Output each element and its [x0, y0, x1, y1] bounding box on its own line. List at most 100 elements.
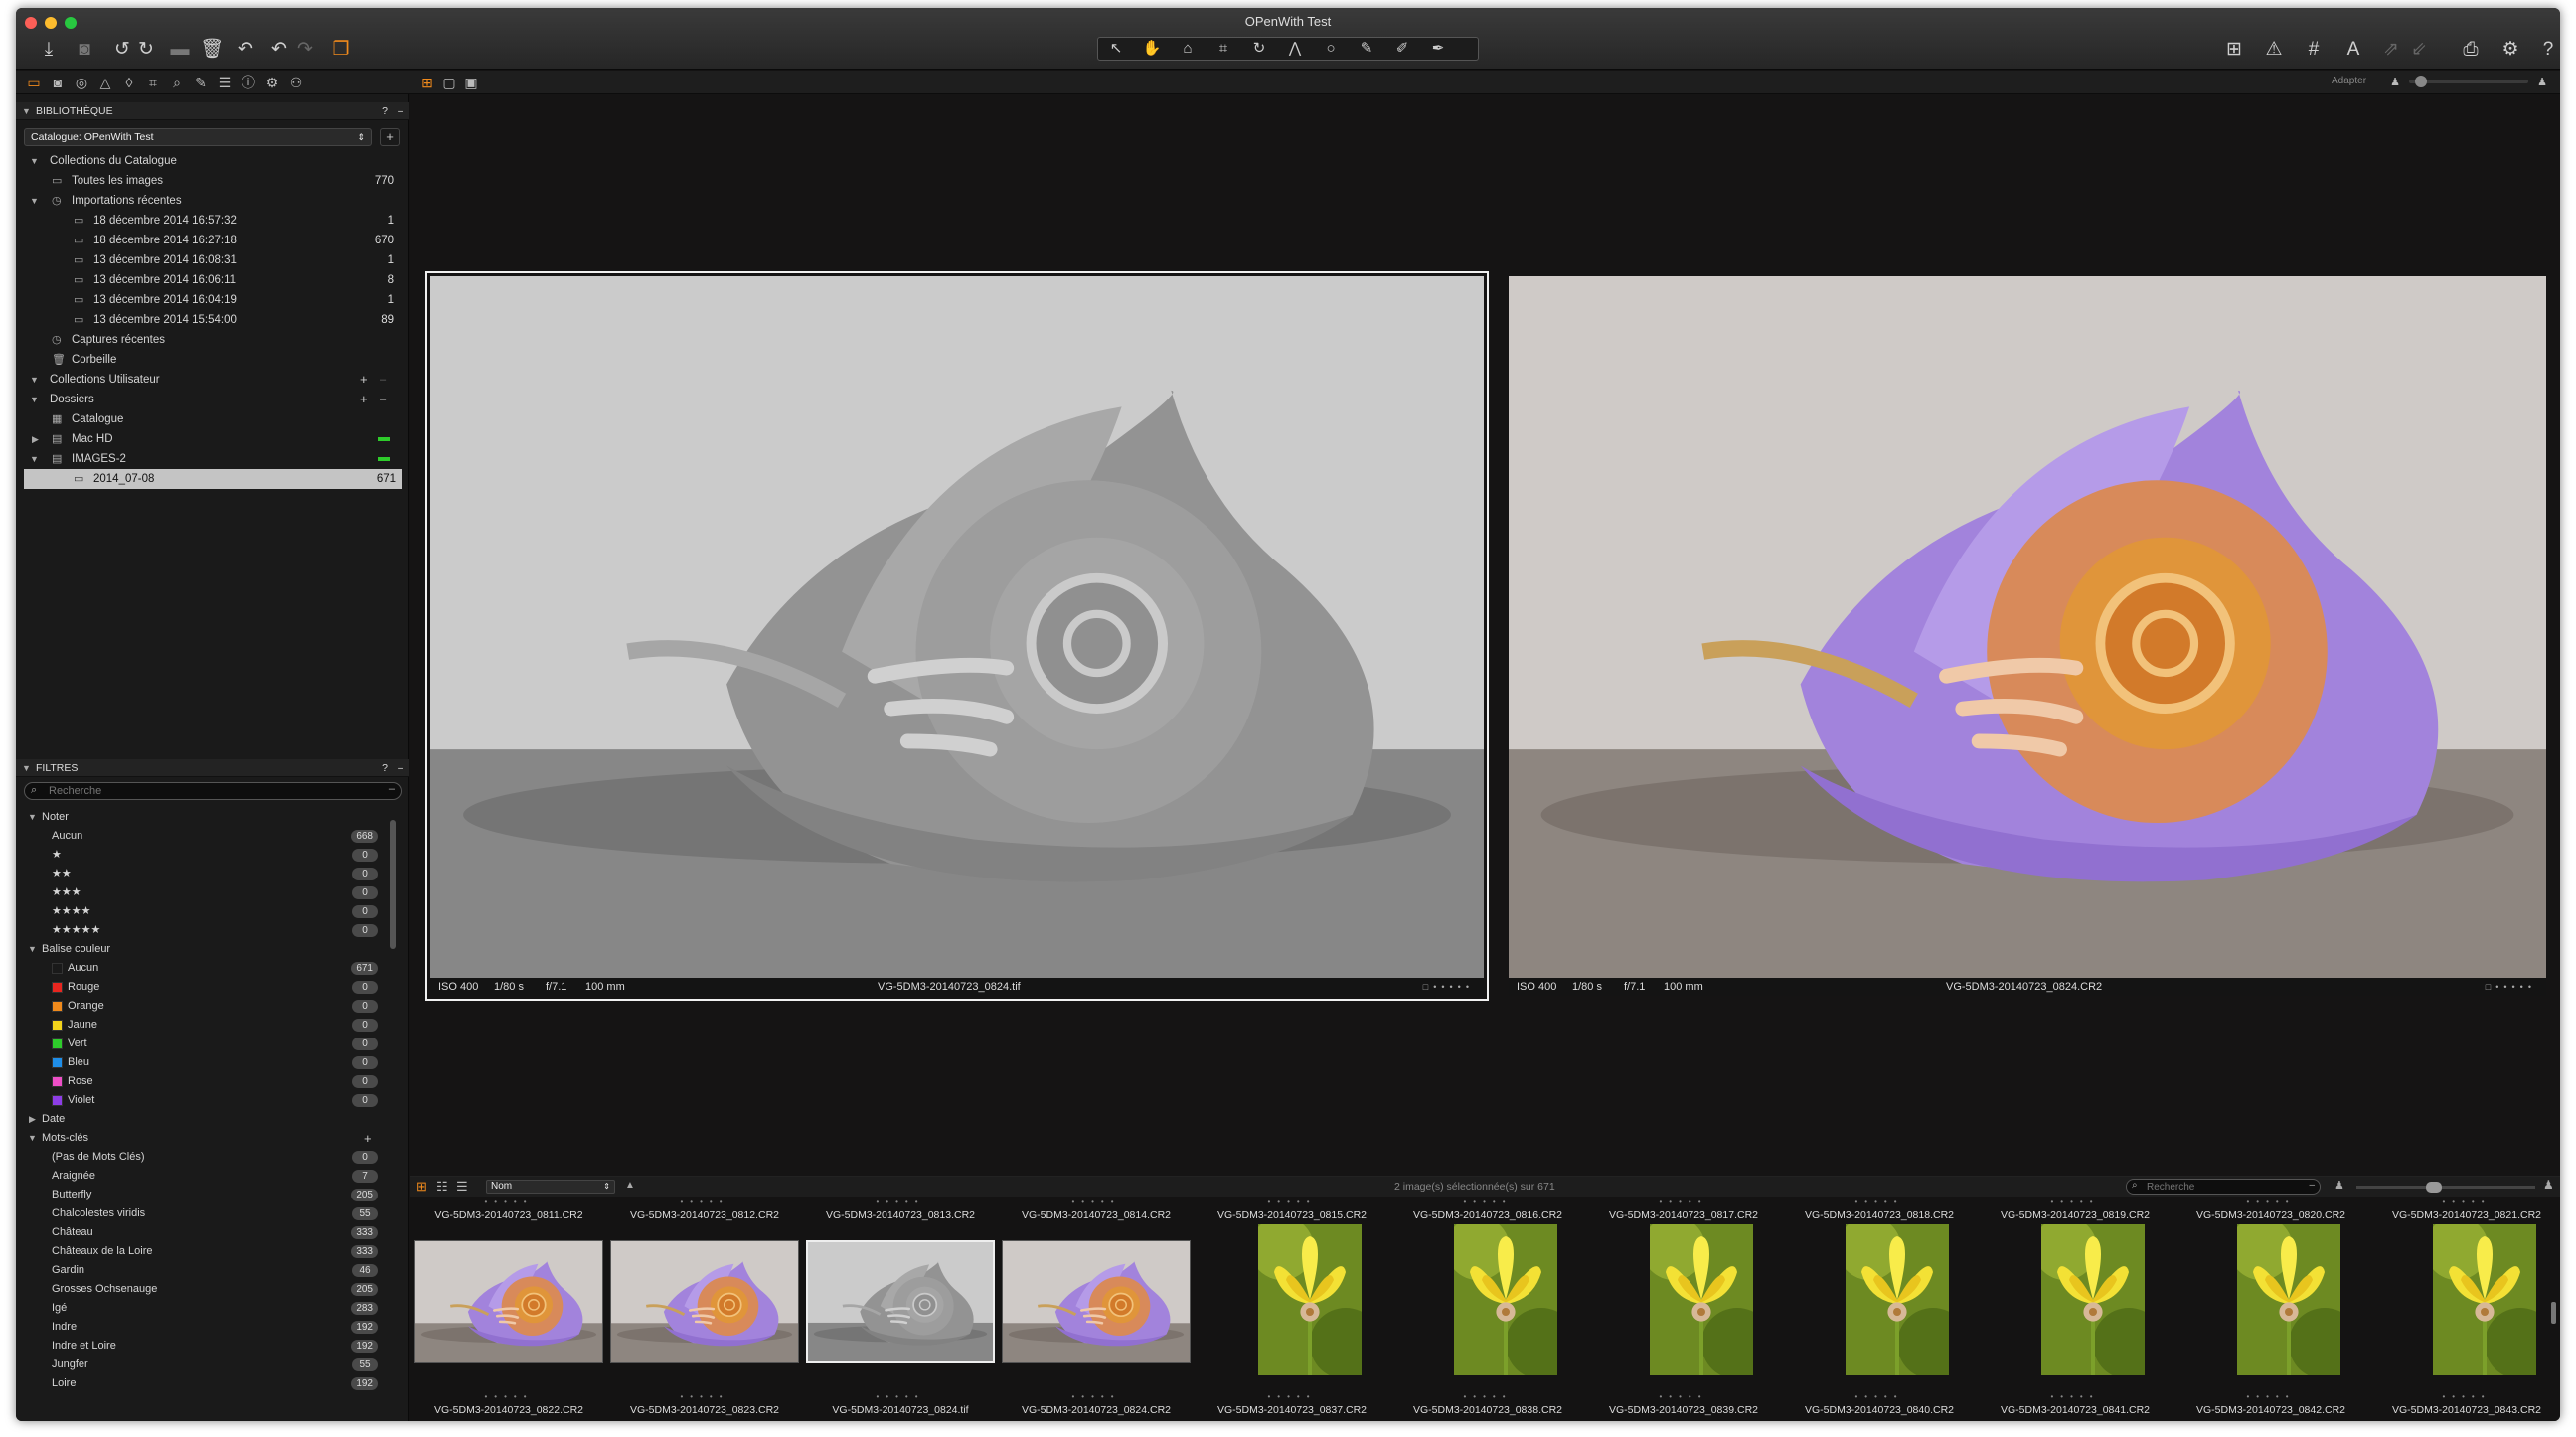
multi-view-icon[interactable]: ⊞ — [417, 74, 437, 91]
secondary-photo[interactable] — [1509, 276, 2546, 978]
rating-dots[interactable]: ••••• — [1196, 1393, 1388, 1401]
grid-view-icon[interactable]: ⊞ — [416, 1179, 427, 1195]
import-icon[interactable]: ⤓ — [35, 38, 63, 62]
add-collection-button[interactable]: + — [360, 370, 368, 390]
pan-tool-icon[interactable]: ✋ — [1134, 38, 1170, 60]
recent-captures-row[interactable]: ◷ Captures récentes — [16, 330, 409, 350]
zoom-slider[interactable] — [2409, 76, 2528, 87]
browser-scrollbar[interactable] — [2551, 1302, 2556, 1324]
list-view-icon[interactable]: ☷ — [436, 1179, 448, 1195]
grid-layout-icon[interactable]: ⊞ — [2220, 38, 2248, 62]
crop-tool-icon[interactable]: ⌗ — [1206, 38, 1241, 60]
clear-search-icon[interactable]: – — [2309, 1180, 2315, 1191]
thumbnail[interactable] — [2041, 1224, 2145, 1375]
collapse-triangle-icon[interactable]: ▼ — [30, 390, 39, 409]
capture-tab-icon[interactable]: ◙ — [48, 74, 68, 91]
thumbnail-filename[interactable]: VG-5DM3-20140723_0837.CR2 — [1196, 1403, 1388, 1417]
rating-dots[interactable]: ••••• — [608, 1198, 801, 1206]
catalogue-collections-row[interactable]: ▼ Collections du Catalogue — [16, 151, 409, 171]
browser-search-field[interactable]: ⌕ – — [2126, 1179, 2321, 1195]
folder-move-icon[interactable]: ▬ — [166, 38, 194, 62]
recent-imports-row[interactable]: ▼ ◷ Importations récentes — [16, 191, 409, 211]
catalogue-select[interactable]: Catalogue: OPenWith Test ⇕ — [24, 128, 372, 146]
sort-direction-icon[interactable]: ▲ — [625, 1180, 635, 1191]
help-icon[interactable]: ? — [2534, 38, 2560, 62]
thumbnail-filename[interactable]: VG-5DM3-20140723_0842.CR2 — [2174, 1403, 2367, 1417]
library-help-button[interactable]: ? — [382, 102, 388, 120]
copy-adjustments-icon[interactable]: ❐ — [327, 38, 355, 62]
rating-filter-item[interactable]: ★★ 0 — [16, 865, 394, 883]
import-row[interactable]: ▭ 18 décembre 2014 16:27:18 670 — [16, 231, 409, 250]
single-view-icon[interactable]: ▢ — [439, 74, 459, 91]
keyword-item[interactable]: Château 333 — [16, 1223, 394, 1242]
keyword-item[interactable]: Indre et Loire 192 — [16, 1337, 394, 1356]
batch-tab-icon[interactable]: ⚙ — [262, 74, 282, 91]
filters-section-header[interactable]: ▼ FILTRES ? – — [16, 759, 409, 777]
rating-dots[interactable]: ••••• — [1000, 1198, 1193, 1206]
import-row[interactable]: ▭ 13 décembre 2014 16:06:11 8 — [16, 270, 409, 290]
reset-icon[interactable]: ↶ — [232, 38, 259, 62]
color-tag-item[interactable]: Violet 0 — [16, 1091, 394, 1110]
sort-select[interactable]: Nom ⇕ — [486, 1180, 615, 1194]
browser-search-input[interactable] — [2147, 1181, 2296, 1193]
keyword-item[interactable]: Araignée 7 — [16, 1167, 394, 1186]
rating-dots[interactable]: ••••• — [1391, 1393, 1584, 1401]
thumbnail-filename[interactable]: VG-5DM3-20140723_0840.CR2 — [1783, 1403, 1976, 1417]
keyword-item[interactable]: Indre 192 — [16, 1318, 394, 1337]
rotate-tool-icon[interactable]: ↻ — [1241, 38, 1277, 60]
keyword-item[interactable]: Gardin 46 — [16, 1261, 394, 1280]
rating-dots[interactable]: ••••• — [804, 1198, 997, 1206]
keyword-item[interactable]: Igé 283 — [16, 1299, 394, 1318]
thumbnail-filename[interactable]: VG-5DM3-20140723_0824.tif — [804, 1403, 997, 1417]
trash-row[interactable]: 🗑 Corbeille — [16, 350, 409, 370]
rating-filter-item[interactable]: ★★★★ 0 — [16, 902, 394, 921]
thumbnail-filename[interactable]: VG-5DM3-20140723_0816.CR2 — [1391, 1208, 1584, 1222]
all-images-row[interactable]: ▭ Toutes les images 770 — [16, 171, 409, 191]
paste-icon[interactable]: ⇙ — [2405, 38, 2433, 62]
metadata-tab-icon[interactable]: ☰ — [215, 74, 235, 91]
color-tag-item[interactable]: Aucun 671 — [16, 959, 394, 978]
folder-images2-row[interactable]: ▼ ▤ IMAGES-2 — [16, 449, 409, 469]
keyword-item[interactable]: Grosses Ochsenauge 205 — [16, 1280, 394, 1299]
rating-dots[interactable]: ••••• — [2370, 1393, 2560, 1401]
rating-dots[interactable]: □••••• — [1423, 978, 1474, 996]
thumbnail[interactable] — [2433, 1224, 2536, 1375]
library-section-header[interactable]: ▼ BIBLIOTHÈQUE ? – — [16, 102, 409, 120]
thumbnail-filename[interactable]: VG-5DM3-20140723_0824.CR2 — [1000, 1403, 1193, 1417]
collapse-triangle-icon[interactable]: ▼ — [28, 1129, 37, 1148]
thumbnail-filename[interactable]: VG-5DM3-20140723_0812.CR2 — [608, 1208, 801, 1222]
details-tab-icon[interactable]: ⌕ — [167, 74, 187, 91]
thumbnail-filename[interactable]: VG-5DM3-20140723_0818.CR2 — [1783, 1208, 1976, 1222]
picker-tool-icon[interactable]: ✒ — [1420, 38, 1456, 60]
thumbnail-filename[interactable]: VG-5DM3-20140723_0821.CR2 — [2370, 1208, 2560, 1222]
select-tool-icon[interactable]: ↖ — [1098, 38, 1134, 60]
output-tab-icon[interactable]: ⓘ — [239, 74, 258, 91]
color-tab-icon[interactable]: ◎ — [72, 74, 91, 91]
rating-filter-item[interactable]: Aucun 668 — [16, 827, 394, 846]
text-overlay-icon[interactable]: A — [2339, 38, 2367, 62]
remove-folder-button[interactable]: – — [380, 390, 386, 409]
keystone-tool-icon[interactable]: ⋀ — [1277, 38, 1313, 60]
thumbnail[interactable] — [1650, 1224, 1753, 1375]
primary-view-icon[interactable]: ▣ — [461, 74, 481, 91]
folder-machd-row[interactable]: ▶ ▤ Mac HD — [16, 429, 409, 449]
lens-tab-icon[interactable]: ◊ — [119, 74, 139, 91]
thumbnail[interactable] — [414, 1240, 603, 1363]
thumbnail-filename[interactable]: VG-5DM3-20140723_0813.CR2 — [804, 1208, 997, 1222]
thumbnail[interactable] — [610, 1240, 799, 1363]
thumbnail-size-slider[interactable] — [2356, 1182, 2535, 1193]
filters-help-button[interactable]: ? — [382, 759, 388, 777]
rating-dots[interactable]: ••••• — [1783, 1198, 1976, 1206]
rating-dots[interactable]: ••••• — [608, 1393, 801, 1401]
color-tag-filter-header[interactable]: ▼ Balise couleur — [16, 940, 394, 959]
add-keyword-button[interactable]: + — [364, 1129, 372, 1148]
color-tag-item[interactable]: Bleu 0 — [16, 1053, 394, 1072]
date-filter-header[interactable]: ▶ Date — [16, 1110, 394, 1129]
thumbnail-filename[interactable]: VG-5DM3-20140723_0841.CR2 — [1979, 1403, 2172, 1417]
import-row[interactable]: ▭ 13 décembre 2014 15:54:00 89 — [16, 310, 409, 330]
crop-tab-icon[interactable]: ⌗ — [143, 74, 163, 91]
thumbnail[interactable] — [806, 1240, 995, 1363]
print-icon[interactable]: ⎙ — [2457, 38, 2485, 62]
collapse-triangle-icon[interactable]: ▼ — [30, 370, 39, 390]
collapse-triangle-icon[interactable]: ▼ — [22, 759, 31, 777]
